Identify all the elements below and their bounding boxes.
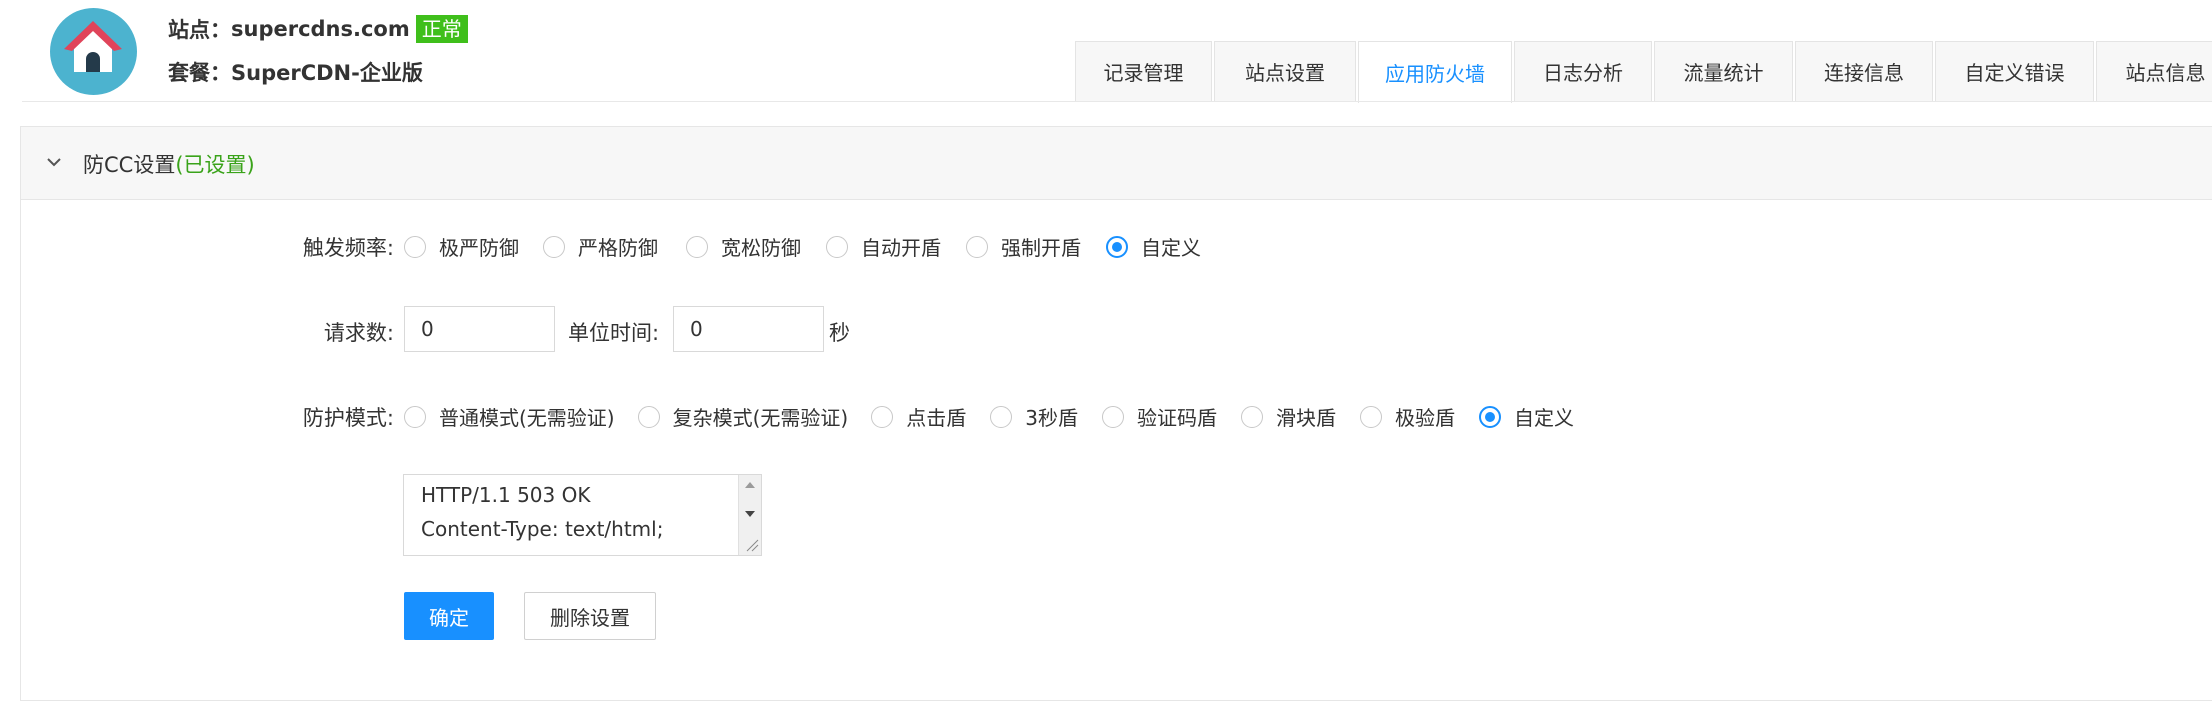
trigger-option[interactable]: 宽松防御	[686, 232, 801, 261]
delete-settings-button[interactable]: 删除设置	[524, 592, 656, 640]
trigger-option[interactable]: 极严防御	[404, 232, 519, 261]
custom-response-textarea[interactable]: HTTP/1.1 503 OK Content-Type: text/html;	[403, 474, 762, 556]
radio-circle[interactable]	[1101, 405, 1124, 428]
avatar	[50, 8, 137, 95]
radio-circle[interactable]	[637, 405, 660, 428]
mode-option[interactable]: 3秒盾	[990, 402, 1078, 431]
radio-circle[interactable]	[404, 235, 426, 258]
tab-connection-info[interactable]: 连接信息	[1795, 41, 1933, 101]
resize-grip-icon[interactable]	[739, 535, 761, 553]
site-domain: supercdns.com	[231, 17, 410, 41]
plan-info: 套餐： SuperCDN-企业版	[168, 57, 423, 87]
site-info: 站点： supercdns.com 正常	[168, 14, 468, 44]
panel-title: 防CC设置(已设置)	[83, 149, 255, 179]
tab-site-info[interactable]: 站点信息	[2096, 41, 2212, 101]
radio-circle[interactable]	[1359, 405, 1382, 428]
tab-log-analysis[interactable]: 日志分析	[1514, 41, 1652, 101]
trigger-frequency-label: 触发频率:	[302, 236, 394, 260]
mode-option[interactable]: 复杂模式(无需验证)	[637, 402, 848, 431]
radio-circle[interactable]	[686, 235, 708, 258]
tab-waf[interactable]: 应用防火墙	[1358, 41, 1512, 103]
house-icon	[64, 21, 122, 72]
chevron-down-icon[interactable]	[45, 153, 63, 171]
panel-header[interactable]: 防CC设置(已设置)	[21, 127, 2212, 200]
protection-mode-label: 防护模式:	[302, 406, 394, 430]
mode-option[interactable]: 普通模式(无需验证)	[404, 402, 615, 431]
confirm-button[interactable]: 确定	[404, 592, 494, 640]
radio-circle[interactable]	[826, 235, 848, 258]
header-divider	[22, 101, 2212, 102]
tab-site-settings[interactable]: 站点设置	[1214, 41, 1356, 101]
radio-circle-checked[interactable]	[1106, 235, 1128, 258]
site-header: 站点： supercdns.com 正常 套餐： SuperCDN-企业版 记录…	[0, 0, 2212, 103]
tab-record-management[interactable]: 记录管理	[1075, 41, 1212, 101]
unit-suffix: 秒	[829, 321, 850, 345]
requests-input[interactable]	[404, 306, 555, 352]
radio-circle[interactable]	[543, 235, 565, 258]
unit-time-label: 单位时间:	[568, 321, 660, 345]
trigger-option-selected[interactable]: 自定义	[1106, 232, 1201, 261]
trigger-option[interactable]: 严格防御	[543, 232, 658, 261]
mode-option[interactable]: 验证码盾	[1101, 402, 1217, 431]
requests-label: 请求数:	[323, 321, 394, 345]
trigger-frequency-group: 极严防御 严格防御 宽松防御 自动开盾 强制开盾 自定义	[404, 232, 1231, 261]
radio-circle[interactable]	[990, 405, 1013, 428]
textarea-line-1: HTTP/1.1 503 OK	[421, 483, 591, 507]
scroll-down-icon[interactable]	[739, 505, 761, 523]
panel-title-status: (已设置)	[175, 153, 255, 177]
radio-circle[interactable]	[404, 405, 426, 428]
mode-option-selected[interactable]: 自定义	[1478, 402, 1574, 431]
textarea-line-2: Content-Type: text/html;	[421, 517, 664, 541]
protection-mode-group: 普通模式(无需验证) 复杂模式(无需验证) 点击盾 3秒盾 验证码盾 滑块盾 极…	[404, 402, 1604, 431]
mode-option[interactable]: 点击盾	[871, 402, 966, 431]
radio-circle-checked[interactable]	[1478, 405, 1501, 428]
textarea-scrollbar[interactable]	[738, 475, 761, 555]
tab-custom-errors[interactable]: 自定义错误	[1935, 41, 2094, 101]
unit-time-input[interactable]	[673, 306, 824, 352]
mode-option[interactable]: 极验盾	[1359, 402, 1455, 431]
tab-traffic-stats[interactable]: 流量统计	[1654, 41, 1793, 101]
trigger-option[interactable]: 自动开盾	[826, 232, 941, 261]
plan-name: SuperCDN-企业版	[231, 61, 423, 85]
radio-circle[interactable]	[966, 235, 988, 258]
radio-circle[interactable]	[871, 405, 894, 428]
tab-bar: 记录管理 站点设置 应用防火墙 日志分析 流量统计 连接信息 自定义错误 站点信…	[1075, 41, 2212, 103]
site-label: 站点：	[168, 18, 231, 42]
panel-title-text: 防CC设置	[83, 153, 176, 177]
status-badge: 正常	[415, 15, 468, 43]
trigger-option[interactable]: 强制开盾	[966, 232, 1081, 261]
mode-option[interactable]: 滑块盾	[1240, 402, 1336, 431]
radio-circle[interactable]	[1240, 405, 1263, 428]
plan-label: 套餐：	[168, 61, 231, 85]
scroll-up-icon[interactable]	[739, 477, 761, 495]
